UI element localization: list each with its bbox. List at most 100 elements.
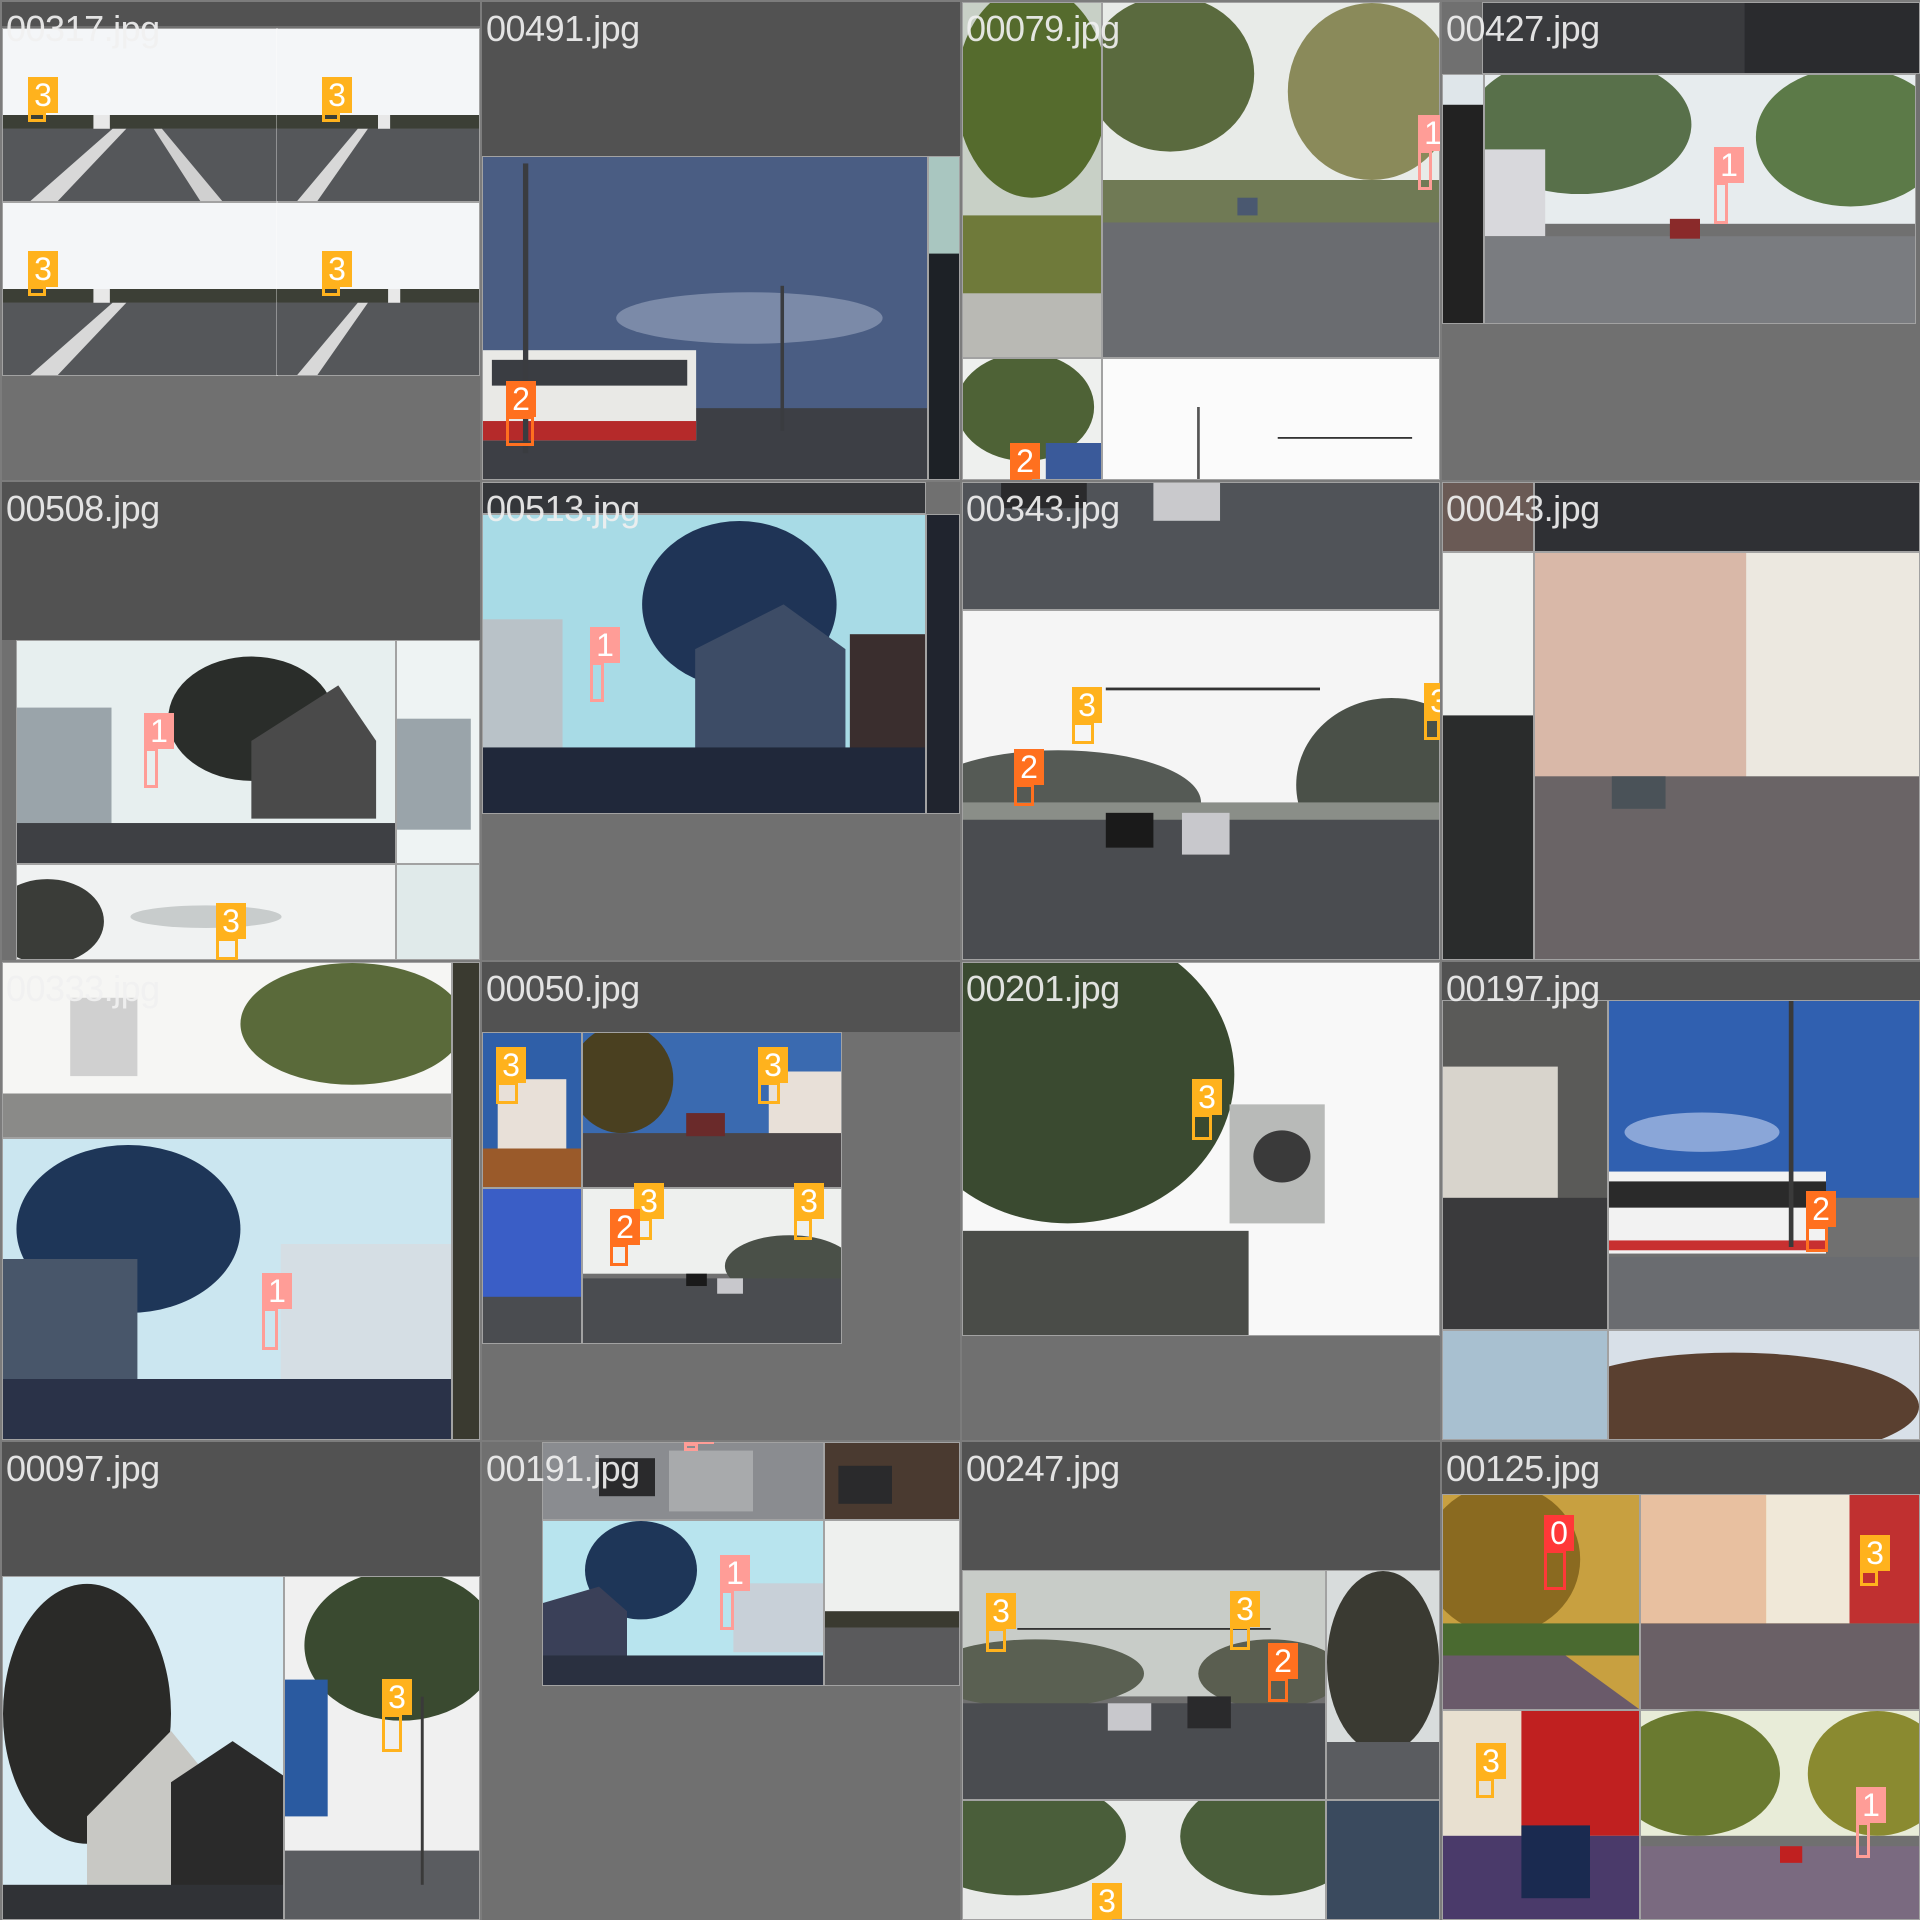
photo-tree-buildings-bright [2,1138,452,1440]
photo-powerline [16,864,396,960]
class-label: 0 [1544,1515,1574,1551]
class-label: 3 [1424,683,1440,719]
mosaic-tile: 3 3 3 3 00317.jpg [2,2,480,480]
photo-edge [1442,74,1484,324]
detection-box: 2 [1806,1191,1836,1252]
class-label: 1 [144,713,174,749]
photo-trees [1326,1570,1440,1800]
detection-box: 1 [144,713,174,788]
photo-tree-buildings-blue [482,514,926,814]
photo-road-top [1534,482,1920,552]
photo-edge [926,514,960,814]
class-label: 1 [262,1273,292,1309]
class-label: 3 [1192,1079,1222,1115]
class-label: 3 [28,77,58,113]
photo-red-building [1442,1710,1640,1920]
mosaic-tile: 3 3 2 3 00247.jpg [962,1442,1440,1920]
class-label: 3 [758,1047,788,1083]
mosaic-tile: 3 2 3 00343.jpg [962,482,1440,960]
detection-box: 3 [382,1679,412,1752]
detection-box: 3 [216,903,246,960]
class-label: 3 [1860,1535,1890,1571]
detection-mosaic: 3 3 3 3 00317.jpg 2 00491.jpg 1 2 00079.… [0,0,1920,1920]
class-label: 3 [1092,1883,1122,1919]
mosaic-tile: 1 00427.jpg [1442,2,1920,480]
photo-street-car [1484,74,1916,324]
detection-box: 3 [322,77,352,122]
class-label: 3 [28,251,58,287]
photo-highway [276,202,480,376]
photo-bus-day [1608,1000,1920,1330]
mosaic-tile: 1 00513.jpg [482,482,960,960]
photo-bus-dusk [482,156,928,480]
mosaic-tile: 3 00097.jpg [2,1442,480,1920]
photo-apartments [1640,1494,1920,1710]
photo-road-cars [962,482,1440,610]
photo-street-traffic [824,1442,960,1520]
photo-suv-bright [962,962,1440,1336]
photo-sky [1442,1330,1608,1440]
photo-tree-road [962,2,1102,358]
photo-road-top [482,482,926,514]
class-label: 2 [610,1209,640,1245]
padding-band [962,1442,1440,1570]
photo-suv-bright [2,962,452,1138]
detection-box: 3 [28,77,58,122]
detection-box: 1 [720,1555,750,1630]
detection-box: 3 [496,1047,526,1104]
mosaic-tile: 1 2 00079.jpg [962,2,1440,480]
detection-box: 3 [28,251,58,296]
photo-lights [1102,358,1440,480]
photo-tree-road [1102,2,1440,358]
detection-box: 2 [1014,749,1044,806]
mosaic-tile: 3 00201.jpg [962,962,1440,1440]
photo-buildings [396,640,480,864]
detection-box: 3 [1192,1079,1222,1140]
padding-band [2,1442,480,1576]
class-label: 1 [1418,115,1440,151]
mosaic-tile: 1 3 00508.jpg [2,482,480,960]
detection-box: 3 [1230,1591,1260,1650]
photo-autumn-road [1442,1494,1640,1710]
mosaic-tile: 1 00333.jpg [2,962,480,1440]
class-label: 1 [1714,147,1744,183]
photo-edge [452,962,480,1440]
detection-box: 3 [1424,683,1440,740]
mosaic-tile: 1 1 00191.jpg [482,1442,960,1920]
detection-box: 1 [684,1442,714,1451]
mosaic-tile: 0 3 3 1 00125.jpg [1442,1442,1920,1920]
class-label: 2 [1806,1191,1836,1227]
photo-street-autumn [582,1032,842,1188]
photo-tree-buildings [16,640,396,864]
detection-box: 0 [1544,1515,1574,1590]
padding-band [2,2,480,26]
detection-box: 1 [262,1273,292,1350]
photo-apartments [1442,1000,1608,1330]
photo-street-traffic [542,1442,824,1520]
photo-sky-blue [482,1188,582,1344]
class-label: 1 [684,1442,714,1444]
padding-band [482,962,960,1032]
detection-box: 2 [1010,443,1040,480]
photo-tree-buildings-blue [542,1520,824,1686]
detection-box: 3 [1860,1535,1890,1586]
photo-edge [928,156,960,480]
detection-box: 2 [610,1209,640,1266]
detection-box: 2 [506,381,536,446]
class-label: 2 [506,381,536,417]
photo-tree-houses [2,1576,284,1920]
class-label: 3 [322,77,352,113]
mosaic-tile: 2 00197.jpg [1442,962,1920,1440]
photo-powerline [824,1520,960,1686]
class-label: 1 [590,627,620,663]
class-label: 2 [1268,1643,1298,1679]
mosaic-tile: 2 00491.jpg [482,2,960,480]
padding-band [482,2,960,156]
photo-sky [396,864,480,960]
photo-sky-dark [1326,1800,1440,1920]
detection-box: 1 [1856,1787,1886,1858]
photo-road-top [1482,2,1920,74]
padding-band [2,482,480,640]
class-label: 3 [794,1183,824,1219]
class-label: 3 [1476,1743,1506,1779]
